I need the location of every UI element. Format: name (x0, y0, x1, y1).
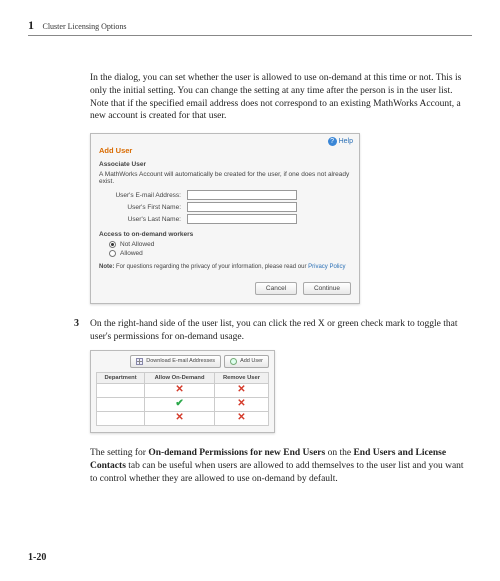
continue-button[interactable]: Continue (303, 282, 351, 295)
step-text: On the right-hand side of the user list,… (90, 318, 468, 344)
user-list-toolbar: Download E-mail Addresses Add User (91, 351, 274, 372)
add-user-button[interactable]: Add User (224, 355, 269, 368)
user-list-figure: Download E-mail Addresses Add User Depar… (90, 350, 275, 433)
step-number: 3 (74, 318, 90, 344)
remove-icon[interactable]: ✕ (237, 398, 245, 409)
user-permissions-table: Department Allow On-Demand Remove User ✕… (96, 372, 269, 426)
grid-icon (136, 358, 143, 365)
email-field[interactable] (187, 190, 297, 200)
col-department: Department (97, 372, 145, 383)
radio-allowed[interactable]: Allowed (91, 249, 359, 258)
chapter-title: Cluster Licensing Options (43, 22, 127, 31)
associate-user-heading: Associate User (91, 159, 359, 170)
table-row: ✕ ✕ (97, 383, 269, 397)
radio-icon (109, 250, 116, 257)
add-user-icon (230, 358, 237, 365)
last-name-label: User's Last Name: (99, 216, 187, 223)
dialog-buttons: Cancel Continue (91, 276, 359, 303)
col-remove: Remove User (214, 372, 268, 383)
remove-icon[interactable]: ✕ (237, 412, 245, 423)
radio-not-allowed[interactable]: Not Allowed (91, 240, 359, 249)
cancel-button[interactable]: Cancel (255, 282, 297, 295)
privacy-policy-link[interactable]: Privacy Policy (308, 264, 345, 270)
help-icon: ? (328, 137, 337, 146)
page-number: 1-20 (28, 552, 46, 563)
intro-paragraph: In the dialog, you can set whether the u… (90, 72, 468, 123)
col-allow: Allow On-Demand (145, 372, 215, 383)
dialog-title: Add User (91, 146, 359, 159)
privacy-note: Note: For questions regarding the privac… (91, 258, 359, 276)
body-column: In the dialog, you can set whether the u… (90, 72, 468, 495)
email-label: User's E-mail Address: (99, 192, 187, 199)
allow-icon[interactable]: ✔ (175, 398, 183, 409)
table-row: ✔ ✕ (97, 397, 269, 411)
help-link[interactable]: ?Help (91, 134, 359, 146)
associate-user-desc: A MathWorks Account will automatically b… (91, 170, 359, 189)
add-user-dialog: ?Help Add User Associate User A MathWork… (90, 133, 360, 304)
radio-icon (109, 241, 116, 248)
last-name-field[interactable] (187, 214, 297, 224)
deny-icon[interactable]: ✕ (175, 384, 183, 395)
deny-icon[interactable]: ✕ (175, 412, 183, 423)
access-heading: Access to on-demand workers (91, 225, 359, 240)
first-name-label: User's First Name: (99, 204, 187, 211)
page-header: 1 Cluster Licensing Options (28, 18, 472, 36)
remove-icon[interactable]: ✕ (237, 384, 245, 395)
table-row: ✕ ✕ (97, 411, 269, 425)
chapter-number: 1 (28, 18, 34, 33)
download-emails-button[interactable]: Download E-mail Addresses (130, 355, 221, 368)
closing-paragraph: The setting for On-demand Permissions fo… (90, 447, 468, 485)
first-name-field[interactable] (187, 202, 297, 212)
step-3: 3 On the right-hand side of the user lis… (90, 318, 468, 344)
